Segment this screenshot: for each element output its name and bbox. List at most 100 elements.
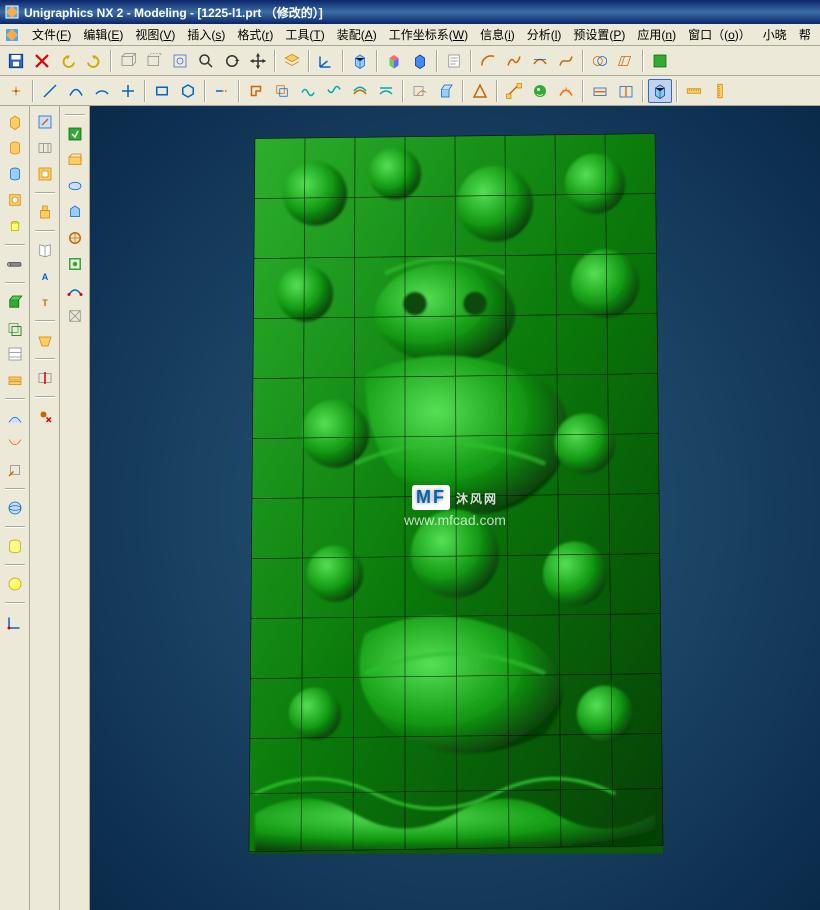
arc-icon[interactable] (476, 49, 500, 73)
menu-工作坐标系[interactable]: 工作坐标系(W) (383, 24, 474, 45)
arc2-icon[interactable] (90, 79, 114, 103)
boss-small-icon[interactable] (33, 200, 57, 224)
project-icon[interactable] (614, 49, 638, 73)
wave3-icon[interactable] (348, 79, 372, 103)
menu-视图[interactable]: 视图(V) (129, 24, 181, 45)
undo-icon[interactable] (56, 49, 80, 73)
ruler-h-icon[interactable] (682, 79, 706, 103)
grn8-icon[interactable] (63, 304, 87, 328)
text2-icon[interactable]: T (33, 290, 57, 314)
rotate-icon[interactable] (220, 49, 244, 73)
menu-工具[interactable]: 工具(T) (279, 24, 330, 45)
sweep2-icon[interactable] (3, 432, 27, 456)
grn6-icon[interactable] (63, 252, 87, 276)
wave2-icon[interactable] (322, 79, 346, 103)
grn3-icon[interactable] (63, 174, 87, 198)
rod-icon[interactable] (3, 252, 27, 276)
save-icon[interactable] (4, 49, 28, 73)
menu-文件[interactable]: 文件(F) (26, 24, 77, 45)
offset-curve-icon[interactable] (270, 79, 294, 103)
sketch-curve-icon[interactable] (64, 79, 88, 103)
extrude-icon[interactable] (434, 79, 458, 103)
cross-icon[interactable] (116, 79, 140, 103)
wcs-icon[interactable] (314, 49, 338, 73)
cylinder2-icon[interactable] (3, 162, 27, 186)
hex-icon[interactable] (176, 79, 200, 103)
wave4-icon[interactable] (374, 79, 398, 103)
pocket-icon[interactable] (33, 162, 57, 186)
grn5-icon[interactable] (63, 226, 87, 250)
ruler-v-icon[interactable] (708, 79, 732, 103)
sphere-icon[interactable] (3, 496, 27, 520)
spline-icon[interactable] (554, 49, 578, 73)
wireframe-icon[interactable] (116, 49, 140, 73)
menu-帮[interactable]: 帮 (793, 24, 817, 45)
section-icon[interactable] (588, 79, 612, 103)
menu-插入[interactable]: 插入(s) (181, 24, 231, 45)
pan-icon[interactable] (246, 49, 270, 73)
intersect-icon[interactable] (588, 49, 612, 73)
sphere-prim-icon[interactable] (3, 572, 27, 596)
sweep-icon[interactable] (3, 406, 27, 430)
grn2-icon[interactable] (63, 148, 87, 172)
tangent-icon[interactable] (528, 49, 552, 73)
delete-point-icon[interactable] (33, 404, 57, 428)
scale-icon[interactable] (3, 458, 27, 482)
menu-预设置[interactable]: 预设置(P) (567, 24, 631, 45)
deviation-icon[interactable] (554, 79, 578, 103)
separator (144, 80, 146, 102)
color-cube-icon[interactable] (382, 49, 406, 73)
pocket2-icon[interactable] (33, 328, 57, 352)
cylinder-icon[interactable] (3, 136, 27, 160)
menu-分析[interactable]: 分析(l) (521, 24, 568, 45)
section2-icon[interactable] (614, 79, 638, 103)
shade-box-icon[interactable] (648, 79, 672, 103)
dragon-icon[interactable] (528, 79, 552, 103)
trim-icon[interactable] (210, 79, 234, 103)
line-icon[interactable] (38, 79, 62, 103)
point-icon[interactable] (4, 79, 28, 103)
curve-s-icon[interactable] (502, 49, 526, 73)
measure-dist-icon[interactable] (502, 79, 526, 103)
zoom-icon[interactable] (194, 49, 218, 73)
hidden-view-icon[interactable] (142, 49, 166, 73)
menu-窗口（[interactable]: 窗口（(o)） (682, 24, 757, 45)
thicken-icon[interactable] (3, 368, 27, 392)
cylinder-prim-icon[interactable] (3, 534, 27, 558)
menu-应用[interactable]: 应用(n) (631, 24, 682, 45)
layer-icon[interactable] (280, 49, 304, 73)
viewport-3d[interactable]: MF沐风网 www.mfcad.com (90, 106, 820, 910)
sheet-body-icon[interactable] (3, 342, 27, 366)
extrude-box-icon[interactable] (3, 290, 27, 314)
book-icon[interactable] (33, 238, 57, 262)
blue-cube-icon[interactable] (408, 49, 432, 73)
rect-icon[interactable] (150, 79, 174, 103)
wave-icon[interactable] (296, 79, 320, 103)
delete-x-icon[interactable] (30, 49, 54, 73)
ruled-icon[interactable] (33, 136, 57, 160)
grn7-icon[interactable] (63, 278, 87, 302)
block-icon[interactable] (3, 110, 27, 134)
grn4-icon[interactable] (63, 200, 87, 224)
fit-icon[interactable] (168, 49, 192, 73)
tri-icon[interactable] (468, 79, 492, 103)
menu-小晓[interactable]: 小晓 (757, 24, 793, 45)
hole-icon[interactable] (3, 188, 27, 212)
datum-icon[interactable] (3, 610, 27, 634)
analyze-green-icon[interactable] (648, 49, 672, 73)
text-icon[interactable]: A (33, 264, 57, 288)
menu-信息[interactable]: 信息(i) (474, 24, 521, 45)
sheet-icon[interactable] (442, 49, 466, 73)
split-icon[interactable] (33, 366, 57, 390)
cube-icon[interactable] (348, 49, 372, 73)
offset-face-icon[interactable] (3, 316, 27, 340)
redo-icon[interactable] (82, 49, 106, 73)
grn1-icon[interactable] (63, 122, 87, 146)
menu-格式[interactable]: 格式(r) (231, 24, 279, 45)
menu-装配[interactable]: 装配(A) (331, 24, 383, 45)
cylinder-yel-icon[interactable] (3, 214, 27, 238)
face-edit-icon[interactable] (33, 110, 57, 134)
menu-编辑[interactable]: 编辑(E) (77, 24, 129, 45)
contour-icon[interactable] (244, 79, 268, 103)
box-curve-icon[interactable] (408, 79, 432, 103)
